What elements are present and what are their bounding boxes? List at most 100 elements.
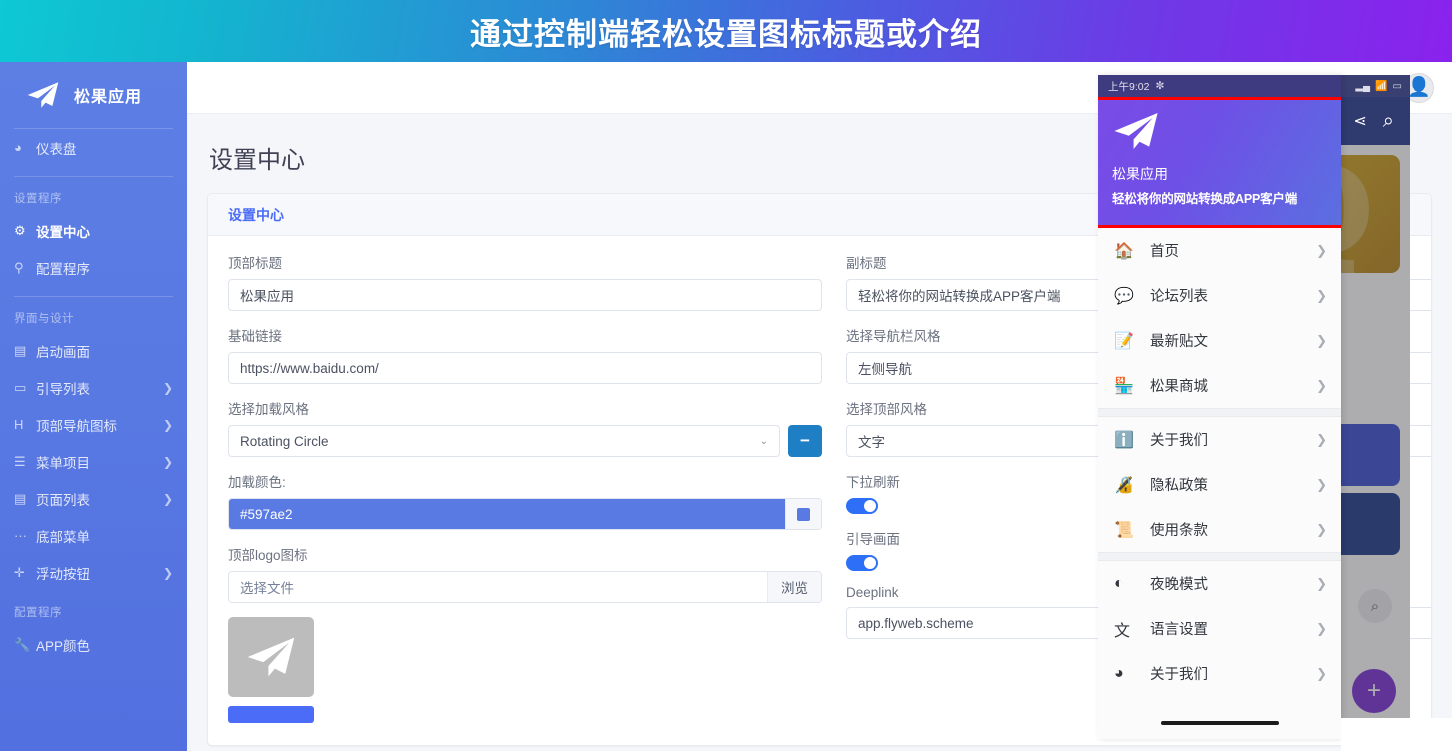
chevron-down-icon: ⌄ [759, 435, 768, 447]
drawer-item-label: 论坛列表 [1150, 289, 1208, 305]
form-toggle[interactable] [846, 555, 878, 571]
chevron-right-icon: ❯ [162, 417, 173, 432]
form-select-value: Rotating Circle [240, 433, 329, 449]
share-icon[interactable]: ⋖ [1353, 111, 1366, 131]
drawer-item-1-1[interactable]: 🔏 隐私政策 ❯ [1098, 462, 1341, 507]
chevron-right-icon: ❯ [1316, 242, 1327, 258]
chevron-right-icon: ❯ [162, 380, 173, 395]
drawer-status-bar: 上午9:02 ✼ [1098, 75, 1341, 97]
paper-plane-icon [247, 637, 295, 677]
form-field-label: 顶部标题 [228, 256, 282, 271]
sidebar-item-3-2[interactable]: ☰ 菜单项目 ❯ [0, 443, 187, 480]
chevron-right-icon: ❯ [162, 565, 173, 580]
color-picker[interactable]: #597ae2 [228, 498, 822, 530]
form-field-text: 基础链接 [228, 325, 822, 384]
form-select[interactable]: Rotating Circle ⌄ [228, 425, 780, 457]
sidebar-item-0-2[interactable]: ▤ 启动画面 [0, 332, 187, 369]
chevron-right-icon: ❯ [1316, 665, 1327, 681]
drawer-bottom-strip [1098, 725, 1341, 739]
sidebar-item-label: 底部菜单 [36, 529, 90, 545]
search-icon[interactable]: ⌕ [1383, 110, 1394, 133]
chevron-right-icon: ❯ [1316, 575, 1327, 591]
drawer-item-label: 松果商城 [1150, 379, 1208, 395]
info-icon: ℹ️ [1114, 431, 1134, 449]
color-swatch [797, 507, 810, 521]
privacy-icon: 🔏 [1114, 476, 1134, 494]
screenshot-root: 通过控制端轻松设置图标标题或介绍 松果应用 ◕ 仪表盘 设置程序 ⚙ 设置中心 ⚲ 配置程序… [0, 0, 1452, 751]
heading-icon: H [14, 417, 24, 432]
drawer-title: 松果应用 [1112, 166, 1168, 182]
browse-button[interactable]: 浏览 [767, 572, 821, 602]
drawer-item-0-0[interactable]: 🏠 首页 ❯ [1098, 228, 1341, 273]
sidebar-item-4-2[interactable]: ▤ 页面列表 ❯ [0, 480, 187, 517]
drawer-item-1-2[interactable]: 📜 使用条款 ❯ [1098, 507, 1341, 552]
file-name-text: 选择文件 [229, 572, 767, 602]
color-value[interactable]: #597ae2 [229, 499, 785, 529]
chevron-right-icon: ❯ [1316, 377, 1327, 393]
drawer-item-1-0[interactable]: ℹ️ 关于我们 ❯ [1098, 417, 1341, 462]
user-avatar-icon: 👤 [1407, 77, 1431, 98]
signal-icon: ▂▄ [1355, 80, 1371, 92]
terms-icon: 📜 [1114, 521, 1134, 539]
form-field-select: 选择加载风格 Rotating Circle ⌄ − [228, 398, 822, 457]
sidebar-item-1-2[interactable]: ▭ 引导列表 ❯ [0, 369, 187, 406]
drawer-item-0-1[interactable]: 💬 论坛列表 ❯ [1098, 273, 1341, 318]
drawer-home-indicator [1098, 721, 1341, 725]
sidebar-item-6-2[interactable]: ✛ 浮动按钮 ❯ [0, 554, 187, 591]
plug-icon: ⚲ [14, 259, 24, 275]
file-picker[interactable]: 选择文件 浏览 [228, 571, 822, 603]
sliders-icon: ⚙ [14, 222, 26, 238]
sidebar-item-label: 顶部导航图标 [36, 418, 117, 434]
form-select-value: 左侧导航 [858, 362, 912, 377]
sidebar-nav: ◕ 仪表盘 设置程序 ⚙ 设置中心 ⚲ 配置程序 界面与设计 ▤ 启动画面 ▭ 引导列表 ❯ H 顶部导航图… [0, 129, 187, 663]
chevron-right-icon: ❯ [162, 491, 173, 506]
drawer-item-2-0[interactable]: ◐ 夜晚模式 ❯ [1098, 561, 1341, 606]
bluetooth-icon: ✼ [1155, 80, 1165, 92]
save-button[interactable] [228, 706, 314, 723]
sidebar-item-label: APP颜色 [36, 638, 91, 654]
select-with-button: Rotating Circle ⌄ − [228, 425, 822, 457]
battery-icon: ▭ [1392, 80, 1402, 92]
drawer-item-label: 使用条款 [1150, 523, 1208, 539]
chevron-right-icon: ❯ [1316, 431, 1327, 447]
chevron-right-icon: ❯ [1316, 332, 1327, 348]
sidebar-group-label: 配置程序 [14, 607, 62, 619]
drawer-item-2-2[interactable]: ◕ 关于我们 ❯ [1098, 651, 1341, 696]
form-text-input[interactable] [228, 352, 822, 384]
drawer-item-label: 隐私政策 [1150, 478, 1208, 494]
drawer-item-label: 最新贴文 [1150, 334, 1208, 350]
chevron-right-icon: ❯ [1316, 620, 1327, 636]
chevron-right-icon: ❯ [1316, 476, 1327, 492]
night-mode-icon: ◐ [1114, 574, 1124, 592]
drawer-item-0-2[interactable]: 📝 最新贴文 ❯ [1098, 318, 1341, 363]
sidebar-item-1-1[interactable]: ⚲ 配置程序 [0, 249, 187, 286]
form-column-left: 顶部标题基础链接选择加载风格 Rotating Circle ⌄ − 加载颜色: #597… [228, 252, 822, 723]
sidebar-item-2-2[interactable]: H 顶部导航图标 ❯ [0, 406, 187, 443]
sidebar-item-label: 浮动按钮 [36, 566, 90, 582]
sidebar-item-0-3[interactable]: 🔧 APP颜色 [0, 626, 187, 663]
remove-button[interactable]: − [788, 425, 822, 457]
sidebar-item-0-0[interactable]: ◕ 仪表盘 [0, 129, 187, 166]
form-field-text: 顶部标题 [228, 252, 822, 311]
form-text-input[interactable] [228, 279, 822, 311]
drawer-status-time: 上午9:02 [1108, 80, 1150, 93]
sidebar-item-0-1[interactable]: ⚙ 设置中心 [0, 212, 187, 249]
drawer-item-0-3[interactable]: 🏪 松果商城 ❯ [1098, 363, 1341, 408]
form-toggle[interactable] [846, 498, 878, 514]
promo-banner: 通过控制端轻松设置图标标题或介绍 [0, 0, 1452, 62]
sidebar-item-5-2[interactable]: ··· 底部菜单 [0, 517, 187, 554]
sidebar-item-label: 启动画面 [36, 344, 90, 360]
paper-plane-icon [27, 82, 59, 108]
form-field-label: 选择加载风格 [228, 402, 309, 417]
drawer-item-2-1[interactable]: 文 语言设置 ❯ [1098, 606, 1341, 651]
language-icon: 文 [1114, 622, 1131, 640]
drawer-item-label: 语言设置 [1150, 622, 1208, 638]
sidebar-item-label: 引导列表 [36, 381, 90, 397]
drawer-item-label: 首页 [1150, 244, 1179, 260]
promo-banner-title: 通过控制端轻松设置图标标题或介绍 [470, 16, 982, 52]
form-field-file: 顶部logo图标 选择文件 浏览 [228, 544, 822, 603]
form-select-value: 文字 [858, 435, 885, 450]
color-swatch-button[interactable] [785, 499, 821, 529]
phone-status-icons: ▂▄ 📶 ▭ [1355, 81, 1402, 92]
sidebar-brand[interactable]: 松果应用 [0, 62, 187, 128]
